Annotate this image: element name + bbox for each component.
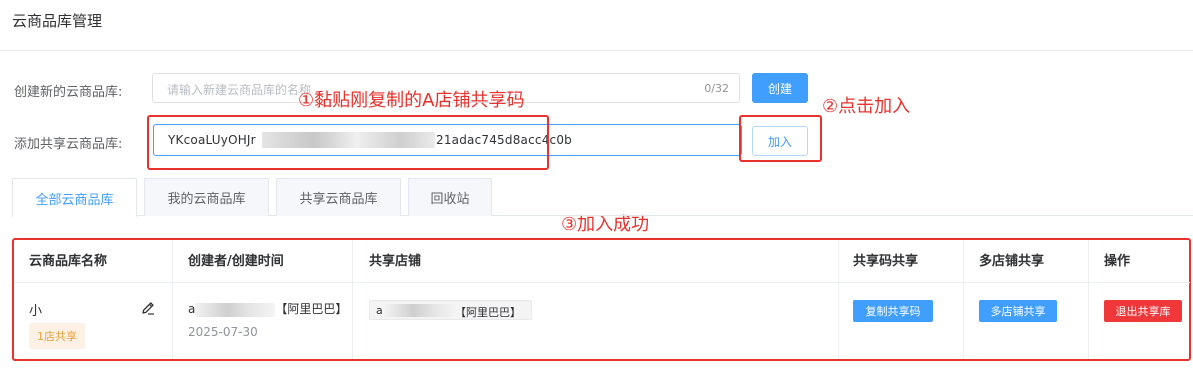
create-library-label: 创建新的云商品库: [14, 85, 123, 100]
header-actions: 操作 [1104, 254, 1131, 269]
multi-shop-share-button[interactable]: 多店铺共享 [979, 300, 1057, 322]
creator-name: a 【阿里巴巴】 [188, 300, 347, 317]
tab-all-libraries[interactable]: 全部云商品库 [12, 178, 137, 217]
create-library-placeholder: 请输入新建云商品库的名称 [167, 83, 312, 97]
col-divider [352, 240, 353, 359]
col-divider [963, 240, 964, 359]
created-date: 2025-07-30 [188, 325, 258, 339]
add-shared-library-label: 添加共享云商品库: [14, 137, 123, 152]
header-shared-shops: 共享店铺 [369, 254, 422, 269]
tab-my-libraries[interactable]: 我的云商品库 [144, 178, 269, 216]
annotation-step1: ①黏贴刚复制的A店铺共享码 [298, 90, 525, 111]
header-multi-shop-share: 多店铺共享 [979, 254, 1045, 269]
shop-prefix: a [376, 304, 383, 317]
create-button[interactable]: 创建 [752, 73, 808, 103]
annotation-box-share-code [147, 115, 549, 170]
creator-redacted [195, 302, 276, 317]
creator-prefix: a [188, 302, 196, 316]
shared-shop-tag: a 【阿里巴巴】 [369, 300, 532, 320]
col-divider [838, 240, 839, 359]
creator-platform: 【阿里巴巴】 [275, 302, 348, 316]
header-code-share: 共享码共享 [853, 254, 919, 269]
char-counter: 0/32 [704, 82, 729, 95]
header-library-name: 云商品库名称 [29, 254, 108, 269]
annotation-step3: ③加入成功 [561, 214, 650, 235]
header-divider [0, 50, 1193, 51]
share-count-badge: 1店共享 [29, 323, 85, 349]
header-creator-time: 创建者/创建时间 [188, 254, 284, 269]
tab-recycle-bin[interactable]: 回收站 [408, 178, 492, 216]
annotation-step2: ②点击加入 [822, 96, 911, 117]
table-header-divider [14, 282, 1190, 283]
copy-share-code-button[interactable]: 复制共享码 [853, 300, 933, 322]
tab-shared-libraries[interactable]: 共享云商品库 [276, 178, 401, 216]
pencil-edit-icon[interactable] [140, 300, 156, 316]
col-divider [172, 240, 173, 359]
shop-platform: 【阿里巴巴】 [455, 306, 521, 319]
page-title: 云商品库管理 [12, 12, 103, 30]
annotation-box-join [739, 115, 822, 162]
library-name: 小 [29, 304, 43, 319]
shop-redacted [385, 304, 456, 317]
exit-shared-library-button[interactable]: 退出共享库 [1104, 300, 1182, 322]
col-divider [1088, 240, 1089, 359]
